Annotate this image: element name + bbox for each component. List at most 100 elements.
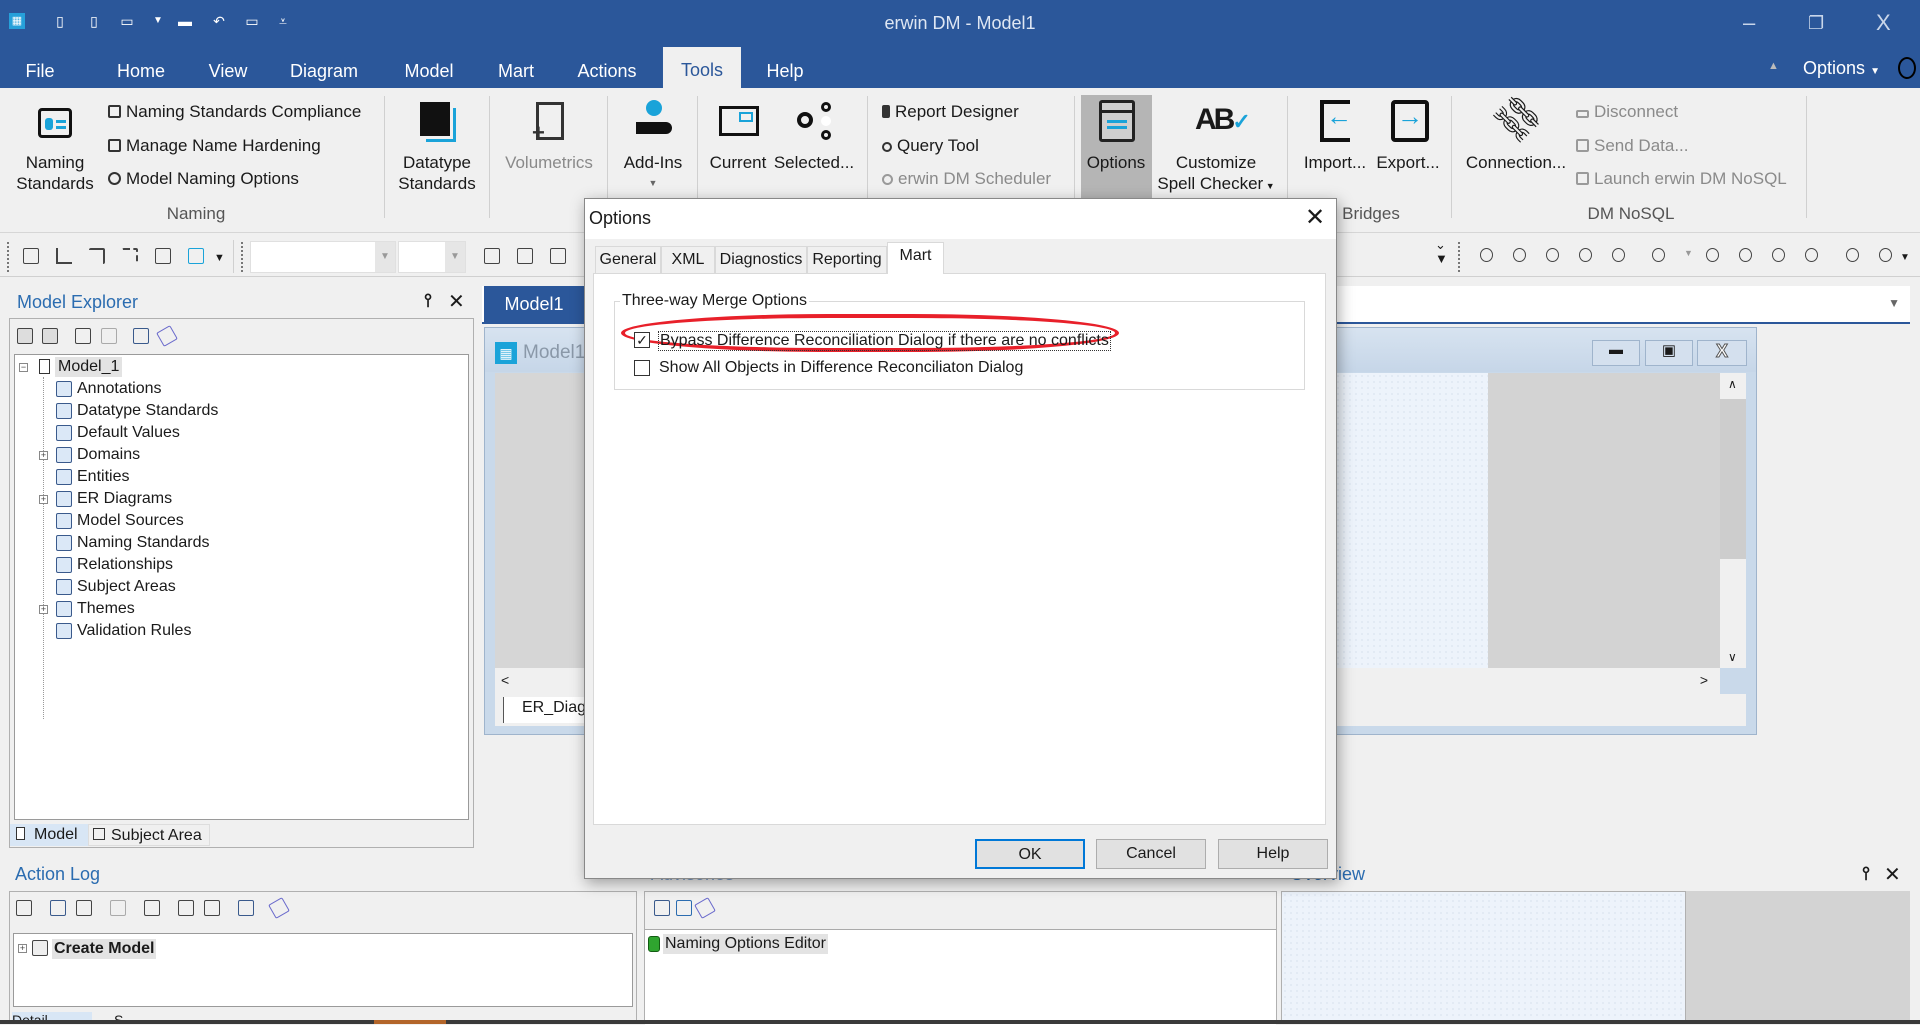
tree-item-naming-standards[interactable]: Naming Standards — [77, 533, 210, 553]
toolbar-grip[interactable] — [241, 242, 245, 272]
person-icon[interactable] — [1706, 248, 1719, 262]
link-icon[interactable] — [1480, 248, 1493, 262]
tree-item-entities[interactable]: Entities — [77, 467, 129, 487]
pin-icon[interactable]: ⫯ — [1862, 863, 1870, 884]
collapse-icon[interactable]: − — [19, 363, 28, 372]
save-icon[interactable] — [654, 900, 670, 916]
undo-log-icon[interactable] — [178, 900, 194, 916]
maximize-window-button[interactable]: ▣ — [1645, 340, 1693, 366]
show-all-objects-checkbox[interactable] — [634, 360, 650, 376]
expand-icon[interactable]: + — [39, 495, 48, 504]
external-link-icon[interactable] — [1546, 248, 1559, 262]
subtype-tool-icon[interactable] — [56, 248, 72, 264]
dropdown-icon[interactable]: ▼ — [1684, 248, 1700, 264]
report-designer-button[interactable]: Report Designer — [882, 102, 1019, 122]
back-icon[interactable] — [17, 328, 33, 344]
tree-item-annotations[interactable]: Annotations — [77, 379, 162, 399]
lock-icon[interactable] — [1879, 248, 1892, 262]
log-entry-create-model[interactable]: Create Model — [52, 939, 157, 959]
vertical-scrollbar[interactable]: ∧ ∨ — [1720, 373, 1746, 668]
collapse-ribbon-icon[interactable]: ▲ — [1768, 60, 1779, 72]
tab-home[interactable]: Home — [99, 58, 183, 88]
dialog-close-button[interactable]: ✕ — [1305, 203, 1325, 232]
binoculars-icon[interactable] — [50, 900, 66, 916]
query-tool-button[interactable]: Query Tool — [882, 136, 979, 156]
tab-er-diagram[interactable]: ER_Diag — [503, 697, 593, 723]
underline-icon[interactable] — [550, 248, 566, 264]
tab-view[interactable]: View — [191, 58, 266, 88]
binoculars-icon[interactable] — [133, 328, 149, 344]
redo-log-icon[interactable] — [204, 900, 220, 916]
expand-icon[interactable]: + — [18, 944, 27, 953]
chevron-down-icon[interactable]: ▼ — [445, 242, 465, 272]
scroll-down-icon[interactable]: ∨ — [1728, 650, 1737, 664]
selected-button[interactable]: Selected... — [769, 96, 859, 173]
options-menu[interactable]: Options ▼ — [1803, 58, 1880, 79]
font-size-combo[interactable]: ▼ — [398, 241, 466, 273]
help-icon[interactable] — [1898, 57, 1916, 79]
action-log-tree[interactable]: + Create Model — [13, 933, 633, 1007]
scroll-thumb[interactable] — [1720, 399, 1746, 559]
add-ins-button[interactable]: Add-Ins ▼ — [608, 96, 698, 194]
tree-item-er-diagrams[interactable]: ER Diagrams — [77, 489, 172, 509]
tab-subject-area[interactable]: Subject Area — [88, 824, 210, 846]
tree-item-domains[interactable]: Domains — [77, 445, 140, 465]
help-book-icon[interactable] — [694, 897, 716, 919]
close-window-button[interactable]: X — [1697, 340, 1747, 366]
restore-button[interactable]: ❐ — [1808, 13, 1824, 34]
manage-name-hardening-button[interactable]: Manage Name Hardening — [108, 136, 321, 156]
forward-icon[interactable] — [42, 328, 58, 344]
pen-icon[interactable] — [1772, 248, 1785, 262]
overview-canvas[interactable] — [1281, 891, 1686, 1024]
dialog-tab-reporting[interactable]: Reporting — [807, 246, 887, 273]
customize-spell-checker-button[interactable]: AB✓ Customize Spell Checker ▼ — [1156, 96, 1276, 197]
tab-list-dropdown-icon[interactable]: ▼ — [1888, 296, 1900, 310]
copy-icon[interactable] — [16, 900, 32, 916]
expand-icon[interactable]: + — [39, 605, 48, 614]
bypass-reconciliation-checkbox[interactable]: ✓ — [634, 332, 650, 348]
toolbar-overflow-icon[interactable]: ⌄ ▼ — [1435, 238, 1448, 266]
tree-item-default-values[interactable]: Default Values — [77, 423, 180, 443]
expand-icon[interactable]: + — [39, 451, 48, 460]
connection-button[interactable]: ⛓ Connection... — [1461, 87, 1571, 173]
frame-icon[interactable] — [1739, 248, 1752, 262]
tree-item-themes[interactable]: Themes — [77, 599, 135, 619]
scroll-right-icon[interactable]: > — [1700, 672, 1708, 688]
close-panel-icon[interactable]: ✕ — [448, 289, 465, 314]
tab-model1[interactable]: Model1 — [484, 286, 584, 322]
ok-button[interactable]: OK — [975, 839, 1085, 869]
bold-icon[interactable] — [484, 248, 500, 264]
document-icon[interactable] — [110, 900, 126, 916]
lightbulb-icon[interactable] — [1612, 248, 1625, 262]
naming-standards-compliance-button[interactable]: Naming Standards Compliance — [108, 102, 361, 122]
scroll-left-icon[interactable]: < — [501, 672, 509, 688]
tree-item-model-sources[interactable]: Model Sources — [77, 511, 184, 531]
datatype-standards-button[interactable]: Datatype Standards — [392, 96, 482, 194]
tab-help[interactable]: Help — [748, 58, 821, 88]
help-book-icon[interactable] — [156, 325, 178, 347]
many-to-many-icon[interactable] — [155, 248, 171, 264]
dialog-tab-diagnostics[interactable]: Diagnostics — [715, 246, 807, 273]
model-naming-options-button[interactable]: Model Naming Options — [108, 169, 299, 189]
minimize-button[interactable]: – — [1743, 10, 1755, 36]
non-identifying-rel-icon[interactable] — [122, 248, 138, 264]
preview-icon[interactable] — [144, 900, 160, 916]
close-button[interactable]: X — [1876, 10, 1891, 36]
connector-icon[interactable] — [1513, 248, 1526, 262]
tree-item-subject-areas[interactable]: Subject Areas — [77, 577, 176, 597]
close-panel-icon[interactable]: ✕ — [1884, 862, 1901, 887]
tab-mart[interactable]: Mart — [480, 58, 552, 88]
help-button[interactable]: Help — [1218, 839, 1328, 869]
tab-tools[interactable]: Tools — [662, 47, 742, 88]
tree-item-relationships[interactable]: Relationships — [77, 555, 173, 575]
tab-diagram[interactable]: Diagram — [272, 58, 376, 88]
font-name-combo[interactable]: ▼ — [250, 241, 396, 273]
find-icon[interactable] — [75, 328, 91, 344]
cancel-button[interactable]: Cancel — [1096, 839, 1206, 869]
tree-root-model[interactable]: Model_1 — [55, 357, 123, 377]
chevron-down-icon[interactable]: ▼ — [375, 242, 395, 272]
attach-icon[interactable] — [1652, 248, 1665, 262]
identifying-rel-icon[interactable] — [89, 248, 105, 264]
toolbar-overflow-icon[interactable]: ▼ — [1900, 252, 1910, 263]
taskbar-active-app[interactable] — [374, 1020, 446, 1024]
